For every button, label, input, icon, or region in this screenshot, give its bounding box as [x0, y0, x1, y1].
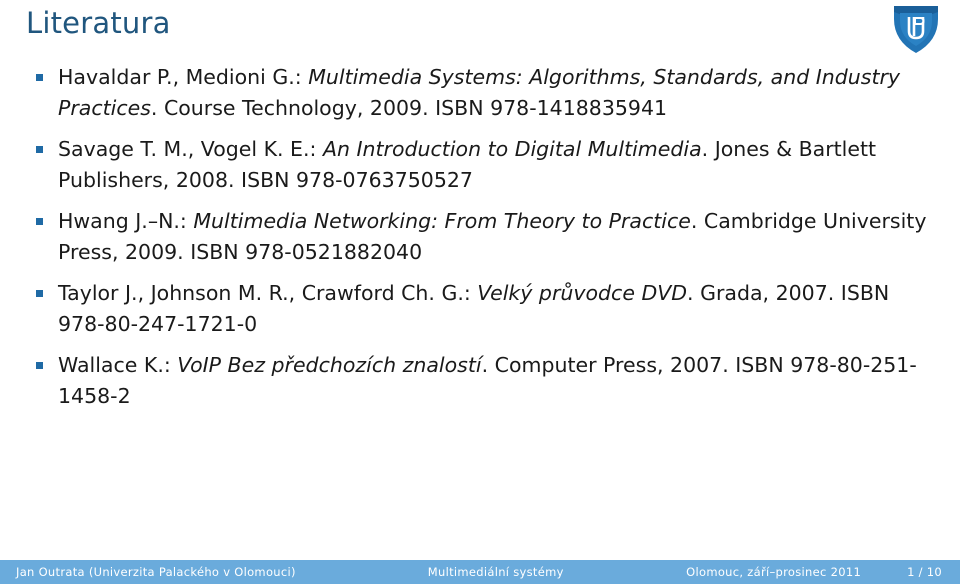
footer-author: Jan Outrata (Univerzita Palackého v Olom…: [16, 565, 296, 579]
presentation-slide: Literatura Havaldar P., Medioni G.: Mult…: [0, 0, 960, 584]
list-item: Hwang J.–N.: Multimedia Networking: From…: [0, 206, 960, 268]
bullet-square-icon: [36, 218, 43, 225]
bibliography-list: Havaldar P., Medioni G.: Multimedia Syst…: [0, 62, 960, 422]
bullet-square-icon: [36, 290, 43, 297]
entry-authors: Wallace K.:: [58, 353, 178, 377]
bibliography-entry: Taylor J., Johnson M. R., Crawford Ch. G…: [58, 278, 934, 340]
bibliography-entry: Savage T. M., Vogel K. E.: An Introducti…: [58, 134, 934, 196]
bibliography-entry: Hwang J.–N.: Multimedia Networking: From…: [58, 206, 934, 268]
entry-publication: . Course Technology, 2009. ISBN 978-1418…: [150, 96, 668, 120]
list-item: Taylor J., Johnson M. R., Crawford Ch. G…: [0, 278, 960, 340]
bibliography-entry: Havaldar P., Medioni G.: Multimedia Syst…: [58, 62, 934, 124]
bullet-square-icon: [36, 74, 43, 81]
list-item: Havaldar P., Medioni G.: Multimedia Syst…: [0, 62, 960, 124]
list-item: Wallace K.: VoIP Bez předchozích znalost…: [0, 350, 960, 412]
entry-authors: Taylor J., Johnson M. R., Crawford Ch. G…: [58, 281, 478, 305]
footer-subject: Multimediální systémy: [427, 565, 564, 579]
bullet-square-icon: [36, 146, 43, 153]
footer-page-number: 1 / 10: [907, 565, 942, 579]
entry-authors: Hwang J.–N.:: [58, 209, 194, 233]
entry-title: An Introduction to Digital Multimedia: [322, 137, 702, 161]
entry-title: Multimedia Networking: From Theory to Pr…: [193, 209, 691, 233]
bullet-square-icon: [36, 362, 43, 369]
slide-footer: Jan Outrata (Univerzita Palackého v Olom…: [0, 560, 960, 584]
page-title: Literatura: [26, 6, 171, 40]
entry-authors: Savage T. M., Vogel K. E.:: [58, 137, 323, 161]
footer-date: Olomouc, září–prosinec 2011: [686, 565, 862, 579]
bibliography-entry: Wallace K.: VoIP Bez předchozích znalost…: [58, 350, 934, 412]
entry-title: Velký průvodce DVD: [477, 281, 688, 305]
entry-title: VoIP Bez předchozích znalostí: [177, 353, 482, 377]
list-item: Savage T. M., Vogel K. E.: An Introducti…: [0, 134, 960, 196]
up-shield-logo: [890, 3, 942, 55]
entry-authors: Havaldar P., Medioni G.:: [58, 65, 309, 89]
